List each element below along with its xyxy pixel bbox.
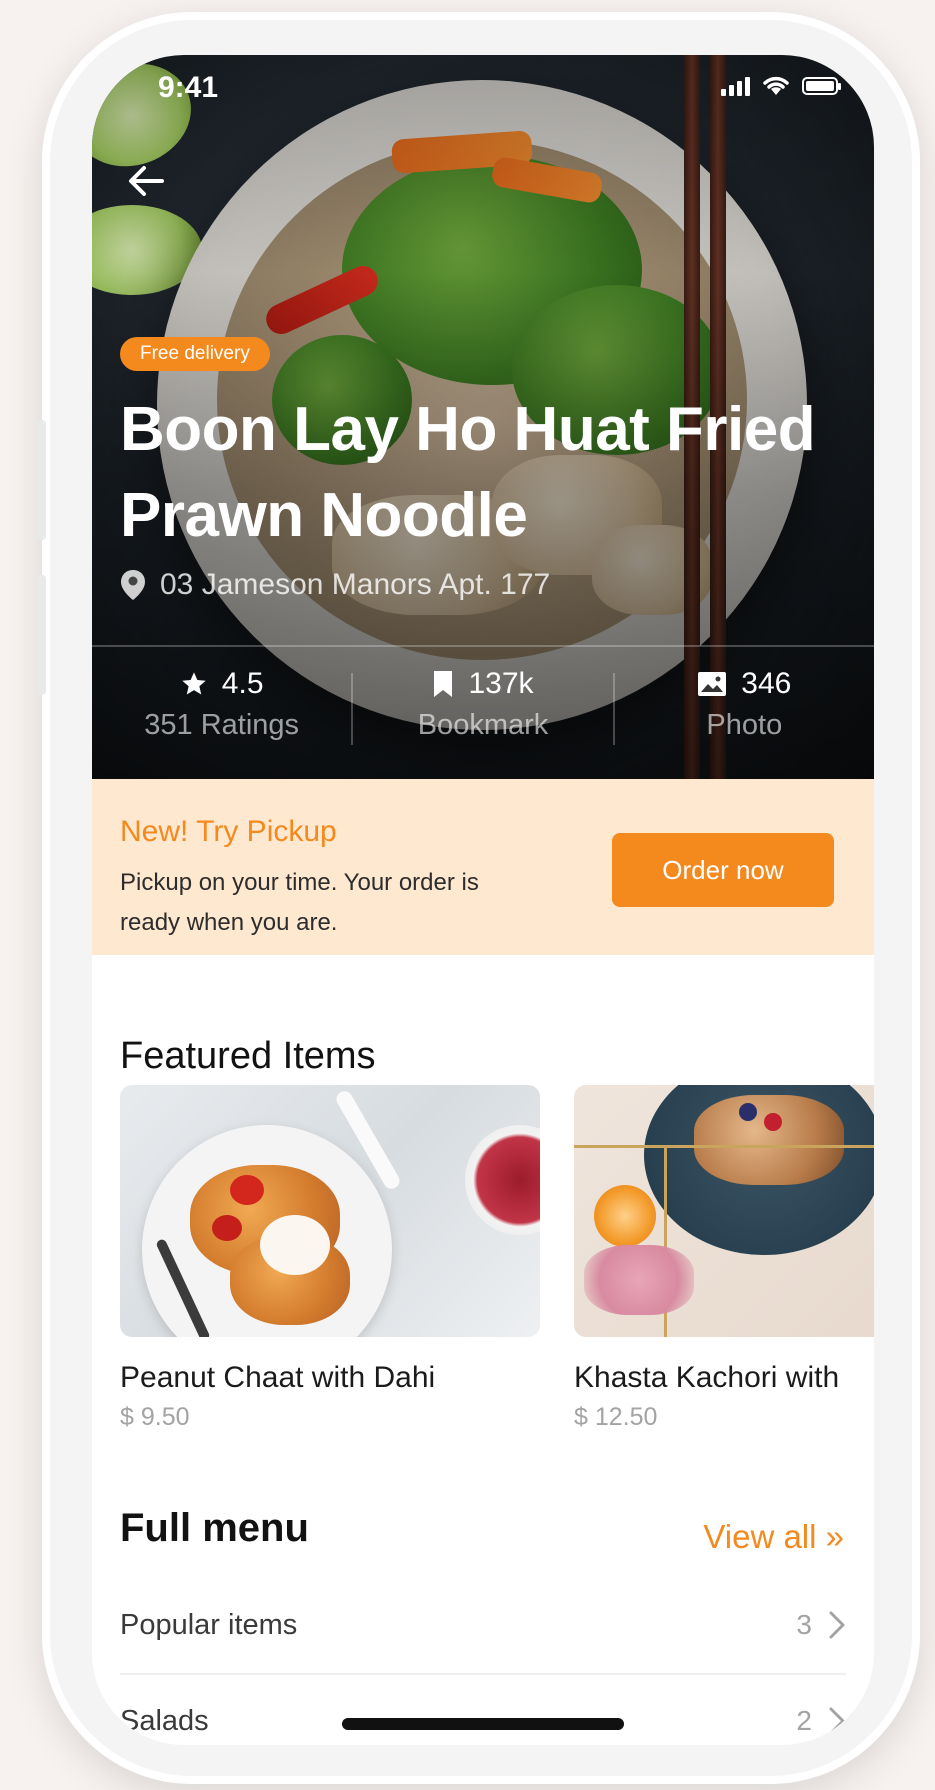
free-delivery-badge: Free delivery: [120, 337, 270, 371]
order-now-button[interactable]: Order now: [612, 833, 834, 907]
menu-row-count: 2: [796, 1705, 812, 1736]
bookmark-icon: [434, 671, 453, 697]
featured-item-card[interactable]: Peanut Chaat with Dahi $ 9.50: [120, 1085, 540, 1432]
stats-bar: 4.5 351 Ratings 137k Bookmark 346 Photo: [92, 667, 874, 767]
status-time: 9:41: [158, 71, 219, 104]
stat-photo[interactable]: 346 Photo: [615, 667, 874, 767]
menu-row-salads[interactable]: Salads 2: [120, 1673, 846, 1745]
menu-row-count: 3: [796, 1609, 812, 1640]
wifi-icon: [763, 76, 789, 95]
featured-item-image: [120, 1085, 540, 1337]
chevron-right-icon: [829, 1611, 845, 1639]
photo-icon: [698, 672, 727, 696]
menu-row-label: Salads: [120, 1704, 209, 1737]
stat-ratings[interactable]: 4.5 351 Ratings: [92, 667, 351, 767]
cellular-signal-icon: [721, 76, 750, 96]
stat-label: Photo: [706, 709, 783, 741]
location-pin-icon: [121, 570, 145, 600]
address-text: 03 Jameson Manors Apt. 177: [160, 568, 551, 601]
featured-item-price: $ 9.50: [120, 1403, 190, 1431]
featured-item-price: $ 12.50: [574, 1403, 658, 1431]
restaurant-title: Boon Lay Ho Huat Fried Prawn Noodle: [120, 387, 840, 559]
stat-value: 137k: [468, 667, 534, 700]
pickup-description: Pickup on your time. Your order is ready…: [120, 869, 479, 936]
battery-icon: [802, 77, 841, 95]
stat-bookmark[interactable]: 137k Bookmark: [353, 667, 612, 767]
address: 03 Jameson Manors Apt. 177: [120, 568, 550, 602]
restaurant-title-line: Boon Lay Ho Huat Fried: [120, 395, 816, 464]
menu-row-label: Popular items: [120, 1608, 298, 1641]
star-icon: [182, 672, 206, 695]
featured-title: Featured Items: [120, 1035, 376, 1077]
stat-label: Bookmark: [417, 709, 549, 741]
hero-image: 9:41 Free delivery Boon Lay Ho Huat Frie…: [92, 55, 874, 779]
app-screen: 9:41 Free delivery Boon Lay Ho Huat Frie…: [92, 55, 874, 1745]
back-arrow-icon[interactable]: [120, 155, 172, 207]
menu-row-popular-items[interactable]: Popular items 3: [120, 1577, 846, 1673]
featured-item-card[interactable]: Khasta Kachori with $ 12.50: [574, 1085, 874, 1432]
status-icons: [721, 75, 841, 97]
featured-item-name: Peanut Chaat with Dahi: [120, 1361, 436, 1394]
chevron-right-icon: [829, 1707, 845, 1735]
featured-item-image: [574, 1085, 874, 1337]
phone-side-button: [36, 575, 46, 695]
featured-item-name: Khasta Kachori with: [574, 1361, 840, 1394]
home-indicator[interactable]: [342, 1718, 624, 1730]
restaurant-title-line: Prawn Noodle: [120, 481, 528, 550]
stat-value: 346: [741, 667, 792, 700]
stats-divider: [92, 645, 874, 647]
stat-label: 351 Ratings: [144, 709, 300, 741]
full-menu-title: Full menu: [120, 1506, 309, 1550]
phone-side-button: [36, 420, 46, 540]
stat-value: 4.5: [221, 667, 264, 700]
view-all-link[interactable]: View all »: [703, 1518, 844, 1556]
pickup-title: New! Try Pickup: [120, 815, 337, 848]
pickup-banner: New! Try Pickup Pickup on your time. You…: [92, 779, 874, 955]
